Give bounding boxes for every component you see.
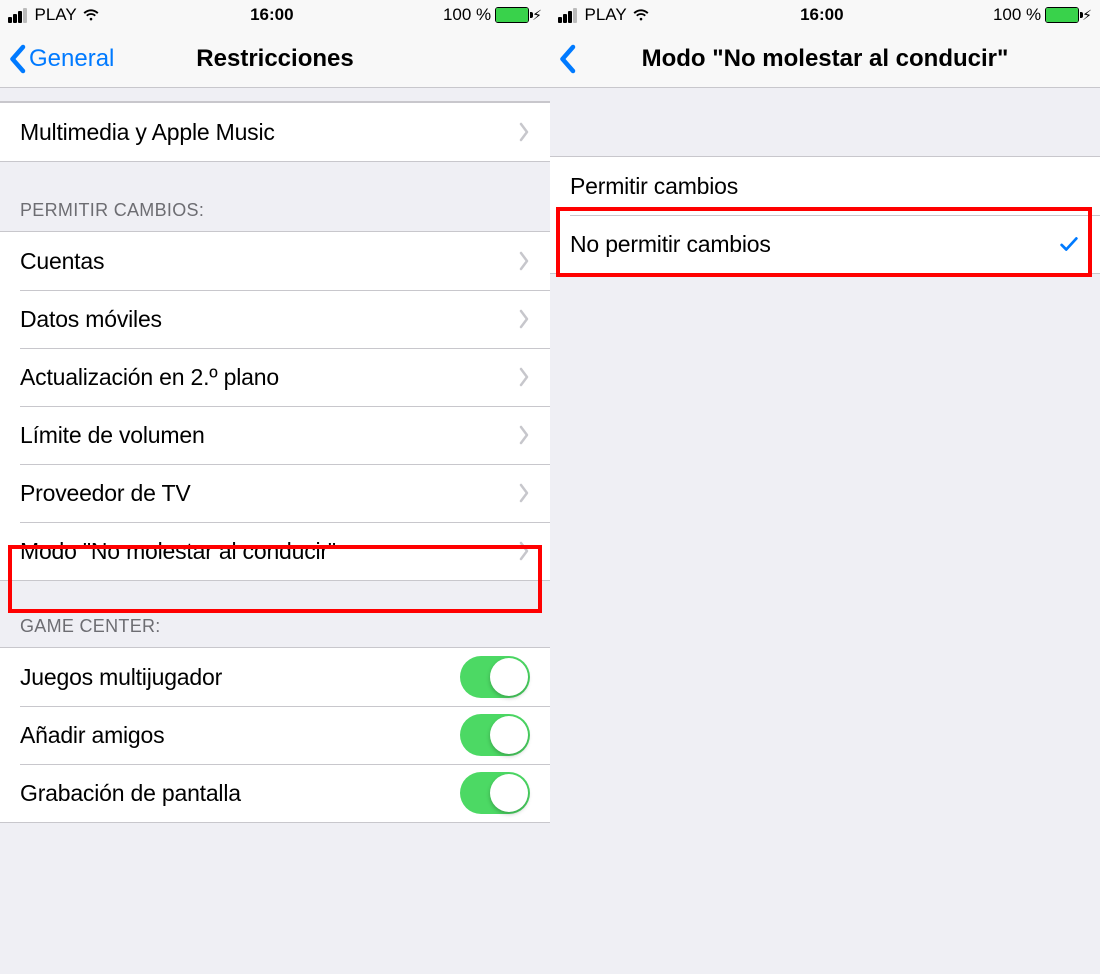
list-item[interactable]: Añadir amigos bbox=[0, 706, 550, 764]
charging-icon: ⚡︎ bbox=[532, 7, 542, 24]
row-allow-changes[interactable]: Permitir cambios bbox=[550, 157, 1100, 215]
back-button[interactable] bbox=[558, 44, 576, 74]
chevron-right-icon bbox=[518, 367, 530, 387]
list-item[interactable]: Cuentas bbox=[0, 232, 550, 290]
chevron-right-icon bbox=[518, 425, 530, 445]
chevron-right-icon bbox=[518, 122, 530, 142]
wifi-icon bbox=[81, 5, 101, 25]
row-label: Grabación de pantalla bbox=[20, 780, 460, 807]
status-bar: PLAY 16:00 100 % ⚡︎ bbox=[550, 0, 1100, 30]
list-item[interactable]: Grabación de pantalla bbox=[0, 764, 550, 822]
gamecenter-list: Juegos multijugador Añadir amigos Grabació… bbox=[0, 647, 550, 823]
row-label: Cuentas bbox=[20, 248, 518, 275]
battery-percent: 100 % bbox=[993, 5, 1041, 25]
chevron-right-icon bbox=[518, 309, 530, 329]
charging-icon: ⚡︎ bbox=[1082, 7, 1092, 24]
row-label: No permitir cambios bbox=[570, 231, 1058, 258]
allow-changes-list: Cuentas Datos móviles Actualización en 2.º… bbox=[0, 231, 550, 581]
carrier-label: PLAY bbox=[35, 5, 77, 25]
list-item[interactable]: Datos móviles bbox=[0, 290, 550, 348]
status-time: 16:00 bbox=[800, 5, 843, 25]
list-item[interactable]: Límite de volumen bbox=[0, 406, 550, 464]
row-label: Permitir cambios bbox=[570, 173, 1080, 200]
page-title: Modo "No molestar al conducir" bbox=[550, 45, 1100, 73]
section-header-gamecenter: GAME CENTER: bbox=[0, 581, 550, 647]
phone-left: PLAY 16:00 100 % ⚡︎ General Restriccione… bbox=[0, 0, 550, 974]
toggle-switch[interactable] bbox=[460, 772, 530, 814]
battery-percent: 100 % bbox=[443, 5, 491, 25]
list-item[interactable]: Actualización en 2.º plano bbox=[0, 348, 550, 406]
list-item[interactable]: Proveedor de TV bbox=[0, 464, 550, 522]
signal-icon bbox=[8, 8, 27, 23]
chevron-right-icon bbox=[518, 541, 530, 561]
status-bar: PLAY 16:00 100 % ⚡︎ bbox=[0, 0, 550, 30]
back-button[interactable]: General bbox=[8, 44, 114, 74]
list-item[interactable]: Modo "No molestar al conducir" bbox=[0, 522, 550, 580]
toggle-switch[interactable] bbox=[460, 714, 530, 756]
phone-right: PLAY 16:00 100 % ⚡︎ Modo "No molestar al… bbox=[550, 0, 1100, 974]
row-disallow-changes[interactable]: No permitir cambios bbox=[550, 215, 1100, 273]
nav-header: Modo "No molestar al conducir" bbox=[550, 30, 1100, 88]
chevron-right-icon bbox=[518, 251, 530, 271]
toggle-switch[interactable] bbox=[460, 656, 530, 698]
list-item[interactable]: Juegos multijugador bbox=[0, 648, 550, 706]
chevron-left-icon bbox=[558, 44, 576, 74]
wifi-icon bbox=[631, 5, 651, 25]
row-label: Datos móviles bbox=[20, 306, 518, 333]
chevron-right-icon bbox=[518, 483, 530, 503]
section-header-allow: PERMITIR CAMBIOS: bbox=[0, 162, 550, 231]
row-label: Límite de volumen bbox=[20, 422, 518, 449]
row-label: Actualización en 2.º plano bbox=[20, 364, 518, 391]
signal-icon bbox=[558, 8, 577, 23]
row-label: Multimedia y Apple Music bbox=[20, 119, 518, 146]
row-label: Proveedor de TV bbox=[20, 480, 518, 507]
status-time: 16:00 bbox=[250, 5, 293, 25]
battery-icon: ⚡︎ bbox=[495, 7, 542, 24]
chevron-left-icon bbox=[8, 44, 26, 74]
row-label: Añadir amigos bbox=[20, 722, 460, 749]
carrier-label: PLAY bbox=[585, 5, 627, 25]
back-label: General bbox=[29, 45, 114, 73]
nav-header: General Restricciones bbox=[0, 30, 550, 88]
row-label: Juegos multijugador bbox=[20, 664, 460, 691]
battery-icon: ⚡︎ bbox=[1045, 7, 1092, 24]
checkmark-icon bbox=[1058, 233, 1080, 255]
row-multimedia-apple-music[interactable]: Multimedia y Apple Music bbox=[0, 103, 550, 161]
row-label: Modo "No molestar al conducir" bbox=[20, 538, 518, 565]
